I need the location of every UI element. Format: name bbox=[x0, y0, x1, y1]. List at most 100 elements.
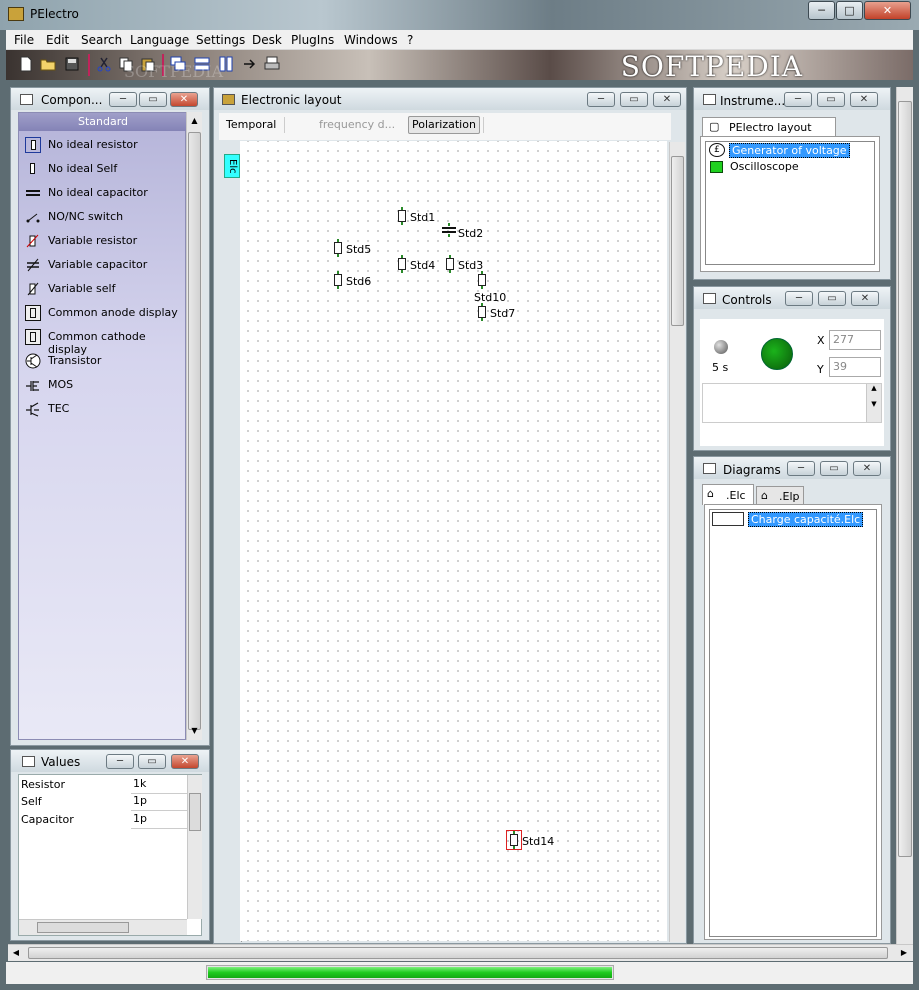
maximize-button[interactable]: □ bbox=[836, 1, 863, 20]
layout-vscrollbar[interactable] bbox=[669, 142, 685, 942]
layout-restore-button[interactable]: ▭ bbox=[620, 92, 648, 107]
desk-hscrollbar[interactable]: ◀ ▶ bbox=[8, 944, 913, 961]
menu-file[interactable]: File bbox=[14, 33, 34, 47]
resistor-std10[interactable] bbox=[478, 271, 486, 289]
diagrams-close-button[interactable]: ✕ bbox=[853, 461, 881, 476]
values-minimize-button[interactable]: ─ bbox=[106, 754, 134, 769]
component-item-variable-capacitor[interactable]: Variable capacitor bbox=[21, 253, 185, 277]
new-file-icon[interactable] bbox=[18, 56, 34, 72]
menu-windows[interactable]: Windows bbox=[344, 33, 398, 47]
knob-icon[interactable] bbox=[714, 340, 728, 354]
open-folder-icon[interactable] bbox=[40, 56, 56, 72]
instruments-title: Instrume... bbox=[720, 94, 786, 108]
layout-close-button[interactable]: ✕ bbox=[653, 92, 681, 107]
resistor-std1[interactable] bbox=[398, 207, 406, 225]
circuit-canvas[interactable]: Std1 Std2 Std5 Std4 Std3 Std6 Std10 Std7… bbox=[240, 141, 667, 941]
tab-polarization[interactable]: Polarization bbox=[408, 116, 480, 134]
values-row-resistor-name: Resistor bbox=[21, 778, 65, 791]
diagrams-minimize-button[interactable]: ─ bbox=[787, 461, 815, 476]
values-vscrollbar[interactable] bbox=[187, 775, 202, 919]
print-icon[interactable] bbox=[264, 56, 280, 72]
component-item-no-ideal-self[interactable]: No ideal Self bbox=[21, 157, 185, 181]
cut-icon[interactable] bbox=[96, 56, 112, 72]
resistor-std5[interactable] bbox=[334, 239, 342, 257]
menu-language[interactable]: Language bbox=[130, 33, 189, 47]
component-item-switch[interactable]: NO/NC switch bbox=[21, 205, 185, 229]
run-indicator-led[interactable] bbox=[761, 338, 793, 370]
capacitor-value-field[interactable]: 1p bbox=[131, 812, 187, 829]
self-value-field[interactable]: 1p bbox=[131, 794, 187, 811]
scroll-thumb[interactable] bbox=[37, 922, 129, 933]
menu-help[interactable]: ? bbox=[407, 33, 413, 47]
component-item-variable-self[interactable]: Variable self bbox=[21, 277, 185, 301]
scroll-down-arrow-icon[interactable]: ▼ bbox=[187, 722, 202, 740]
instrument-item-oscilloscope[interactable]: Oscilloscope bbox=[730, 160, 799, 173]
scroll-right-arrow-icon[interactable]: ▶ bbox=[896, 945, 912, 961]
controls-text-scrollbar[interactable]: ▲ ▼ bbox=[866, 384, 881, 422]
instruments-tab[interactable]: ▢ PElectro layout (.Elc) bbox=[702, 117, 836, 147]
scroll-left-arrow-icon[interactable]: ◀ bbox=[8, 945, 24, 961]
controls-text-area[interactable]: ▲ ▼ bbox=[702, 383, 882, 423]
x-coordinate-field[interactable]: 277 bbox=[829, 330, 881, 350]
category-header[interactable]: Standard bbox=[19, 113, 187, 131]
toolbar: SOFTPEDIA SOFTPEDIA bbox=[6, 50, 913, 83]
values-hscrollbar[interactable] bbox=[19, 919, 187, 935]
diagrams-tab-elp[interactable]: ⌂ .Elp bbox=[756, 486, 804, 505]
values-close-button[interactable]: ✕ bbox=[171, 754, 199, 769]
instruments-close-button[interactable]: ✕ bbox=[850, 92, 878, 107]
side-tab-elc[interactable]: Elc bbox=[224, 154, 240, 178]
component-item-transistor[interactable]: Transistor bbox=[21, 349, 185, 373]
close-button[interactable]: ✕ bbox=[864, 1, 911, 20]
capacitor-std2[interactable] bbox=[441, 223, 457, 237]
diagram-item-charge[interactable]: Charge capacité.Elc bbox=[748, 512, 864, 527]
instruments-minimize-button[interactable]: ─ bbox=[784, 92, 812, 107]
window-title: PElectro bbox=[30, 7, 79, 21]
resistor-std3[interactable] bbox=[446, 255, 454, 273]
components-restore-button[interactable]: ▭ bbox=[139, 92, 167, 107]
resistor-std7[interactable] bbox=[478, 303, 486, 321]
diagrams-tab-elc[interactable]: ⌂ .Elc bbox=[702, 484, 754, 505]
desk-vscrollbar[interactable] bbox=[896, 87, 913, 944]
scroll-thumb[interactable] bbox=[28, 947, 888, 959]
resistor-std4[interactable] bbox=[398, 255, 406, 273]
y-coordinate-field[interactable]: 39 bbox=[829, 357, 881, 377]
component-item-common-cathode-display[interactable]: Common cathode display bbox=[21, 325, 185, 356]
resistor-std6[interactable] bbox=[334, 271, 342, 289]
panel-icon bbox=[703, 463, 716, 474]
menu-desk[interactable]: Desk bbox=[252, 33, 282, 47]
menu-plugins[interactable]: PlugIns bbox=[291, 33, 334, 47]
minimize-button[interactable]: ─ bbox=[808, 1, 835, 20]
save-icon[interactable] bbox=[64, 56, 80, 72]
components-minimize-button[interactable]: ─ bbox=[109, 92, 137, 107]
component-item-mos[interactable]: MOS bbox=[21, 373, 185, 397]
controls-close-button[interactable]: ✕ bbox=[851, 291, 879, 306]
scroll-thumb[interactable] bbox=[189, 793, 201, 831]
diagrams-restore-button[interactable]: ▭ bbox=[820, 461, 848, 476]
component-item-common-anode-display[interactable]: Common anode display bbox=[21, 301, 185, 325]
component-list-scrollbar[interactable]: ▲ ▼ bbox=[186, 112, 202, 740]
controls-minimize-button[interactable]: ─ bbox=[785, 291, 813, 306]
menu-search[interactable]: Search bbox=[81, 33, 122, 47]
resistor-std14[interactable] bbox=[510, 831, 518, 849]
tab-temporal[interactable]: Temporal bbox=[226, 117, 276, 135]
arrange-icon[interactable] bbox=[242, 56, 258, 72]
components-close-button[interactable]: ✕ bbox=[170, 92, 198, 107]
values-restore-button[interactable]: ▭ bbox=[138, 754, 166, 769]
scroll-thumb[interactable] bbox=[188, 132, 201, 730]
component-item-tec[interactable]: TEC bbox=[21, 397, 185, 421]
scroll-up-arrow-icon[interactable]: ▲ bbox=[187, 112, 202, 130]
component-item-variable-resistor[interactable]: Variable resistor bbox=[21, 229, 185, 253]
instrument-item-generator[interactable]: Generator of voltage bbox=[729, 143, 850, 158]
diagrams-title: Diagrams bbox=[723, 463, 781, 477]
component-item-no-ideal-resistor[interactable]: No ideal resistor bbox=[21, 133, 185, 157]
instruments-restore-button[interactable]: ▭ bbox=[817, 92, 845, 107]
resistor-value-field[interactable]: 1k bbox=[131, 777, 187, 794]
scroll-thumb[interactable] bbox=[671, 156, 684, 326]
layout-minimize-button[interactable]: ─ bbox=[587, 92, 615, 107]
controls-restore-button[interactable]: ▭ bbox=[818, 291, 846, 306]
menu-edit[interactable]: Edit bbox=[46, 33, 69, 47]
tab-frequency[interactable]: frequency d... bbox=[319, 117, 395, 135]
component-item-no-ideal-capacitor[interactable]: No ideal capacitor bbox=[21, 181, 185, 205]
menu-settings[interactable]: Settings bbox=[196, 33, 245, 47]
scroll-thumb[interactable] bbox=[898, 101, 912, 857]
